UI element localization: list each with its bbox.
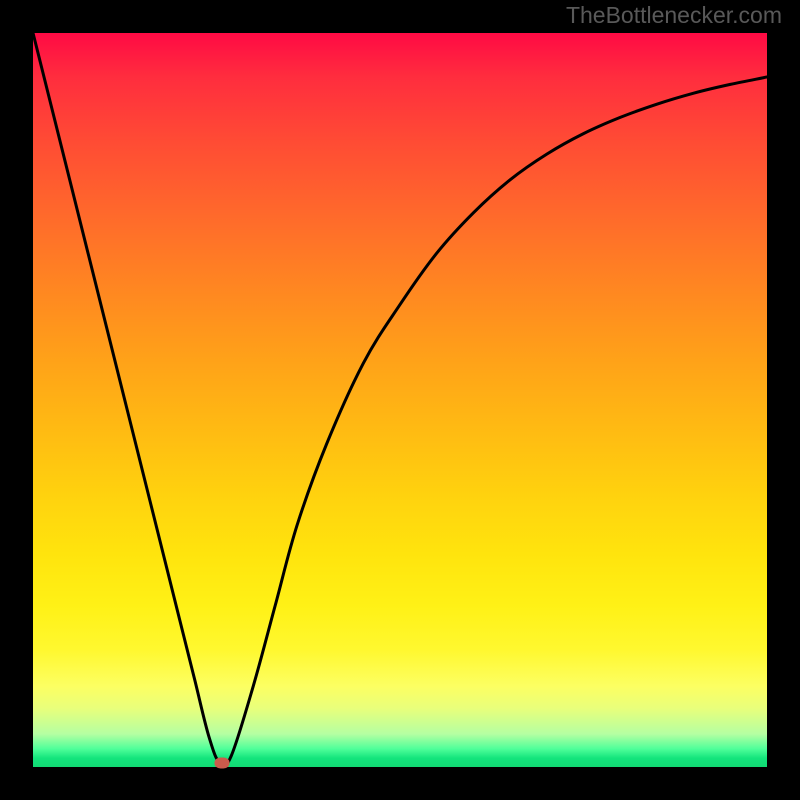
watermark-text: TheBottlenecker.com [566, 2, 782, 29]
minimum-marker [215, 758, 230, 769]
chart-frame: TheBottlenecker.com [0, 0, 800, 800]
plot-gradient-background [33, 33, 767, 767]
